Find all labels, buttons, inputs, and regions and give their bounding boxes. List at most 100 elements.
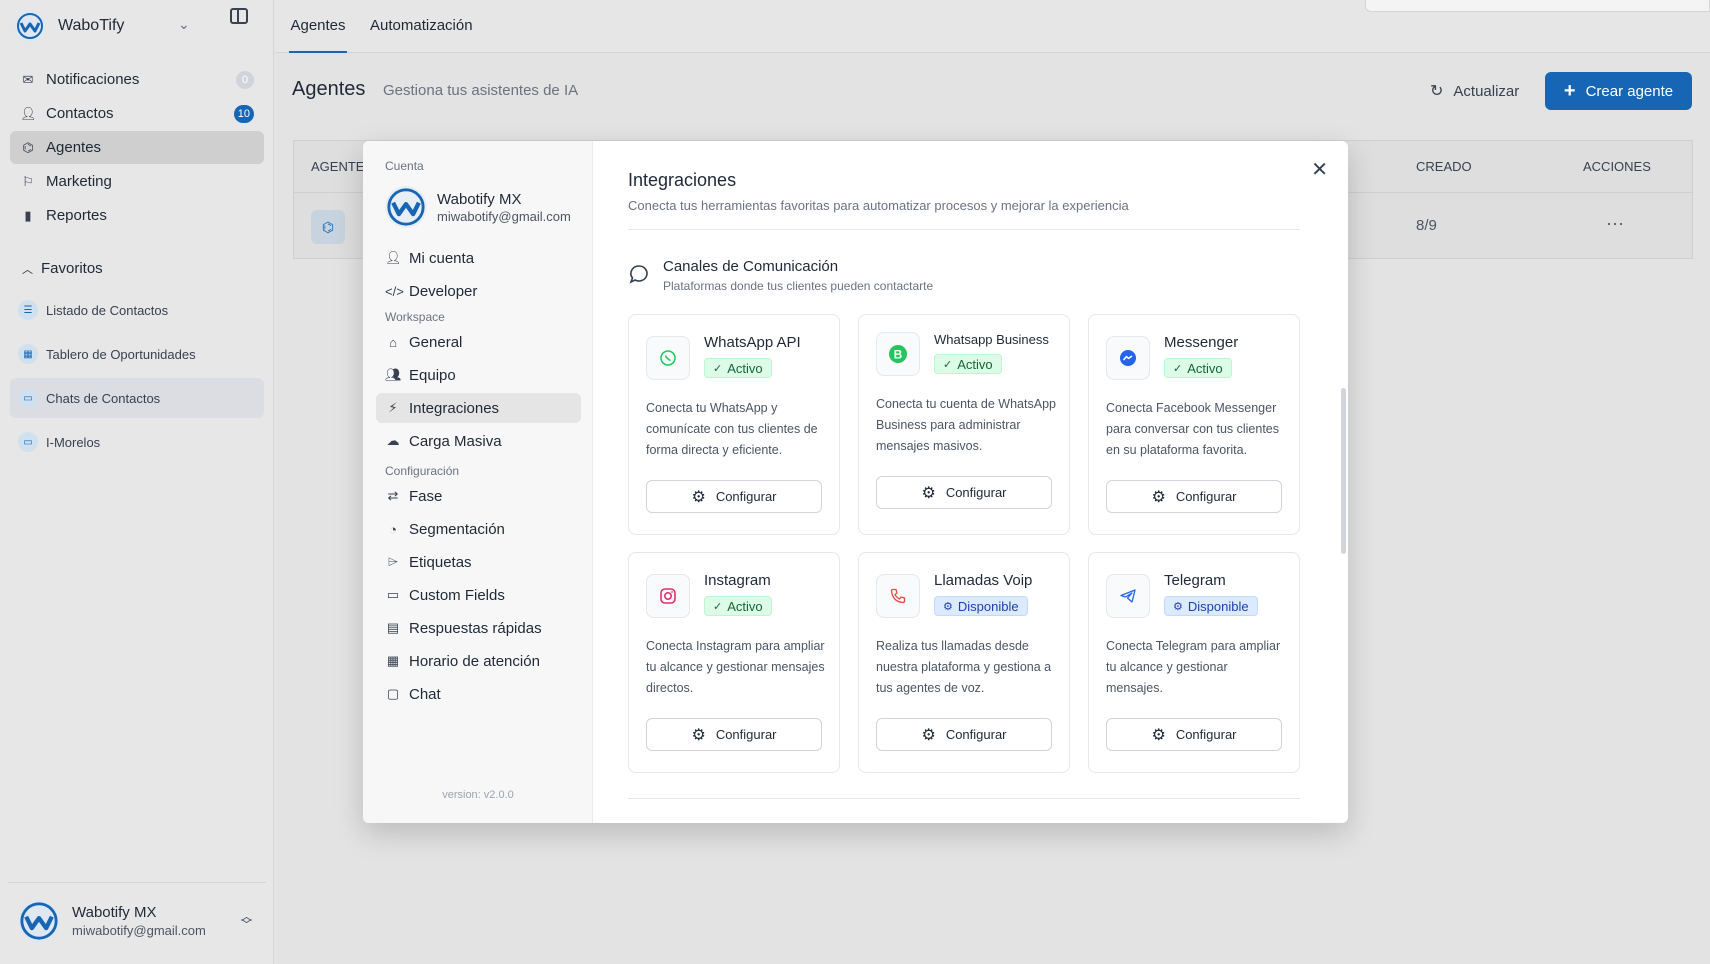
divider — [628, 798, 1300, 799]
integration-name: Telegram — [1164, 572, 1226, 589]
settings-item-integraciones[interactable]: ⚡︎ Integraciones — [376, 393, 581, 423]
workspace-switcher[interactable]: WaboTify ⌄ — [14, 10, 264, 42]
configure-button[interactable]: ⚙ Configurar — [646, 718, 822, 751]
notifications-count-badge: 0 — [236, 71, 254, 89]
nav-item-contactos[interactable]: 👤︎ Contactos 10 — [10, 97, 264, 130]
configure-button[interactable]: ⚙ Configurar — [1106, 718, 1282, 751]
chat-icon: ▭ — [18, 388, 38, 408]
toggle-sidebar-icon[interactable] — [230, 8, 248, 24]
configure-button[interactable]: ⚙ Configurar — [646, 480, 822, 513]
refresh-icon: ↻ — [1430, 83, 1444, 100]
settings-item-custom-fields[interactable]: ▭ Custom Fields — [376, 580, 581, 610]
column-header-actions: ACCIONES — [1583, 159, 1651, 174]
integration-description: Conecta Instagram para ampliar tu alcanc… — [646, 639, 825, 695]
cloud-upload-icon: ☁ — [386, 433, 400, 448]
settings-item-segmentacion[interactable]: ◔ Segmentación — [376, 514, 581, 544]
modal-scrollbar[interactable] — [1341, 388, 1346, 554]
check-circle-icon: ✓ — [713, 362, 723, 375]
plus-icon: + — [1563, 79, 1576, 102]
gear-icon: ⚙ — [1151, 488, 1166, 506]
bot-icon: ⌬ — [22, 139, 34, 155]
nav-label: Agentes — [46, 139, 102, 156]
favorite-label: Tablero de Oportunidades — [46, 346, 196, 362]
whatsapp-icon — [646, 336, 690, 380]
user-menu[interactable]: Wabotify MX miwabotify@gmail.com ︿ ﹀ — [8, 882, 266, 958]
settings-modal: Cuenta Wabotify MX miwabotify@gmail.com … — [363, 141, 1348, 823]
settings-sidebar: Cuenta Wabotify MX miwabotify@gmail.com … — [363, 141, 593, 823]
tab-automatizacion[interactable]: Automatización — [370, 0, 473, 53]
phone-icon — [876, 574, 920, 618]
favorites-list: ☰ Listado de Contactos ▦ Tablero de Opor… — [10, 290, 264, 466]
integration-name: Whatsapp Business — [934, 332, 1049, 347]
settings-item-mi-cuenta[interactable]: 👤︎ Mi cuenta — [376, 243, 581, 273]
contacts-count-badge: 10 — [233, 105, 254, 123]
integration-name: Messenger — [1164, 334, 1239, 351]
nav-item-reportes[interactable]: ▮ Reportes — [10, 199, 264, 232]
settings-item-horario[interactable]: ▦ Horario de atención — [376, 646, 581, 676]
settings-item-general[interactable]: ⌂ General — [376, 327, 581, 357]
panel-title: Integraciones — [628, 170, 737, 190]
check-circle-icon: ✓ — [1173, 362, 1183, 375]
row-actions-button[interactable]: ··· — [1606, 213, 1624, 234]
status-badge: ✓ Activo — [934, 354, 1002, 374]
configure-button[interactable]: ⚙ Configurar — [1106, 480, 1282, 513]
favorite-item[interactable]: ▦ Tablero de Oportunidades — [10, 334, 264, 374]
configure-button[interactable]: ⚙ Configurar — [876, 718, 1052, 751]
settings-item-label: Horario de atención — [409, 652, 540, 670]
settings-item-chat[interactable]: ▢ Chat — [376, 679, 581, 709]
configure-button[interactable]: ⚙ Configurar — [876, 476, 1052, 509]
create-agent-button[interactable]: + Crear agente — [1545, 72, 1692, 110]
settings-item-etiquetas[interactable]: ⌲ Etiquetas — [376, 547, 581, 577]
settings-item-label: Carga Masiva — [409, 432, 502, 450]
user-name: Wabotify MX — [72, 903, 157, 921]
favorites-toggle[interactable]: ︿ Favoritos — [22, 260, 103, 277]
status-badge: ✓ Activo — [704, 358, 772, 378]
refresh-button[interactable]: ↻ Actualizar — [1430, 73, 1519, 109]
favorite-label: Listado de Contactos — [46, 302, 169, 318]
settings-item-respuestas-rapidas[interactable]: ▤ Respuestas rápidas — [376, 613, 581, 643]
integration-name: Llamadas Voip — [934, 572, 1033, 589]
status-label: Disponible — [957, 598, 1019, 614]
integrations-panel: Integraciones Conecta tus herramientas f… — [593, 141, 1348, 823]
version-label: version: v2.0.0 — [442, 789, 514, 801]
settings-item-label: Respuestas rápidas — [409, 619, 542, 637]
configure-label: Configurar — [1175, 489, 1237, 504]
column-header-created: CREADO — [1416, 159, 1472, 174]
nav-item-agentes[interactable]: ⌬ Agentes — [10, 131, 264, 164]
svg-text:B: B — [894, 348, 903, 362]
settings-item-equipo[interactable]: 👥︎ Equipo — [376, 360, 581, 390]
nav-item-marketing[interactable]: ⚐ Marketing — [10, 165, 264, 198]
settings-item-fase[interactable]: ⇄ Fase — [376, 481, 581, 511]
settings-item-developer[interactable]: </> Developer — [376, 276, 581, 306]
workflow-icon: ⇄ — [387, 488, 399, 503]
status-label: Activo — [957, 356, 993, 372]
settings-item-label: Etiquetas — [409, 553, 472, 571]
page-subtitle: Gestiona tus asistentes de IA — [383, 82, 579, 99]
favorite-item[interactable]: ☰ Listado de Contactos — [10, 290, 264, 330]
check-circle-icon: ✓ — [713, 600, 723, 613]
kanban-icon: ▦ — [18, 344, 38, 364]
favorite-item[interactable]: ▭ Chats de Contactos — [10, 378, 264, 418]
favorite-item[interactable]: ▭ I-Morelos — [10, 422, 264, 462]
chat-icon: ▭ — [18, 432, 38, 452]
settings-item-carga-masiva[interactable]: ☁ Carga Masiva — [376, 426, 581, 456]
tag-icon: ⌲ — [387, 554, 399, 569]
inbox-icon: ✉ — [22, 71, 34, 87]
close-icon[interactable]: ✕ — [1311, 157, 1328, 182]
popover-edge — [1365, 0, 1710, 12]
settings-item-label: Mi cuenta — [409, 249, 475, 267]
configure-label: Configurar — [715, 489, 777, 504]
integration-description: Conecta Facebook Messenger para conversa… — [1106, 401, 1280, 457]
nav-item-notificaciones[interactable]: ✉ Notificaciones 0 — [10, 63, 264, 96]
instagram-icon — [646, 574, 690, 618]
whatsapp-business-icon: B — [876, 332, 920, 376]
code-icon: </> — [385, 283, 404, 299]
integration-card-messenger: Messenger ✓ Activo Conecta Facebook Messe… — [1088, 314, 1300, 535]
chevron-down-icon: ⌄ — [178, 16, 190, 32]
user-icon: 👤︎ — [20, 105, 37, 121]
integration-description: Realiza tus llamadas desde nuestra plata… — [876, 639, 1052, 695]
tab-agentes[interactable]: Agentes — [289, 0, 347, 53]
configure-label: Configurar — [1175, 727, 1237, 742]
settings-item-label: Developer — [409, 282, 478, 300]
account-name: Wabotify MX — [437, 190, 522, 208]
